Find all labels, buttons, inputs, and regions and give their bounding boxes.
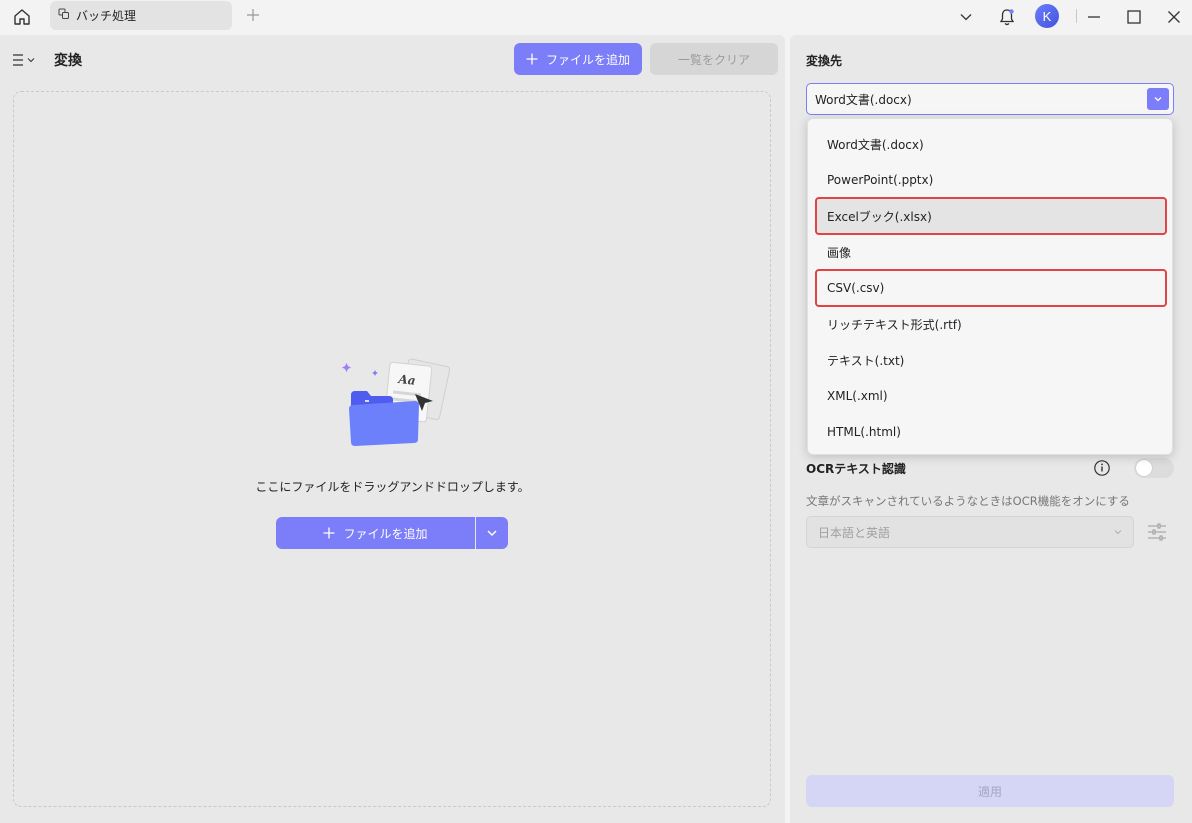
batch-tab-icon bbox=[58, 8, 70, 23]
format-option-powerpoint[interactable]: PowerPoint(.pptx) bbox=[816, 162, 1166, 198]
chevron-down-icon bbox=[487, 530, 497, 537]
close-icon[interactable] bbox=[1160, 4, 1188, 30]
output-format-dropdown: Word文書(.docx) PowerPoint(.pptx) Excelブック… bbox=[807, 118, 1173, 455]
svg-text:Aa: Aa bbox=[397, 372, 416, 388]
format-option-label: Word文書(.docx) bbox=[827, 137, 924, 152]
avatar[interactable]: K bbox=[1035, 4, 1059, 28]
add-file-label: ファイルを追加 bbox=[545, 52, 630, 67]
page-title: 変換 bbox=[54, 53, 82, 69]
apply-label: 適用 bbox=[977, 784, 1002, 799]
drop-instructions: ここにファイルをドラッグアンドドロップします。 bbox=[255, 480, 530, 494]
ocr-toggle[interactable] bbox=[1134, 458, 1174, 478]
format-option-label: HTML(.html) bbox=[827, 425, 901, 439]
plus-icon bbox=[323, 527, 335, 539]
new-tab-icon[interactable] bbox=[243, 5, 263, 25]
titlebar-divider bbox=[1076, 9, 1077, 23]
format-option-label: XML(.xml) bbox=[827, 389, 888, 403]
home-icon[interactable] bbox=[8, 4, 36, 30]
format-option-image[interactable]: 画像 bbox=[816, 234, 1166, 270]
clear-list-label: 一覧をクリア bbox=[677, 52, 750, 67]
chevron-down-icon bbox=[27, 58, 35, 63]
chevron-down-icon[interactable] bbox=[1147, 88, 1169, 110]
format-option-label: Excelブック(.xlsx) bbox=[827, 209, 932, 224]
ocr-language-select[interactable]: 日本語と英語 bbox=[806, 516, 1134, 548]
minimize-icon[interactable] bbox=[1080, 4, 1108, 30]
add-file-button[interactable]: ファイルを追加 bbox=[514, 43, 642, 75]
format-option-csv[interactable]: CSV(.csv) bbox=[815, 269, 1167, 307]
clear-list-button[interactable]: 一覧をクリア bbox=[650, 43, 778, 75]
menu-button[interactable] bbox=[12, 51, 42, 69]
apply-button[interactable]: 適用 bbox=[806, 775, 1174, 807]
avatar-letter: K bbox=[1042, 8, 1052, 24]
format-option-xml[interactable]: XML(.xml) bbox=[816, 378, 1166, 414]
chevron-down-icon bbox=[1114, 530, 1122, 535]
list-menu-icon bbox=[13, 54, 23, 66]
format-option-label: リッチテキスト形式(.rtf) bbox=[827, 317, 962, 332]
drop-add-file-button[interactable]: ファイルを追加 bbox=[276, 517, 475, 549]
format-option-word[interactable]: Word文書(.docx) bbox=[816, 126, 1166, 162]
toggle-knob bbox=[1136, 460, 1152, 476]
tab-batch-processing[interactable]: バッチ処理 bbox=[50, 1, 232, 30]
selected-format-value: Word文書(.docx) bbox=[815, 92, 912, 107]
tab-label: バッチ処理 bbox=[76, 9, 137, 23]
ocr-language-value: 日本語と英語 bbox=[818, 525, 891, 540]
plus-icon bbox=[526, 53, 538, 65]
maximize-icon[interactable] bbox=[1120, 4, 1148, 30]
title-bar: バッチ処理 K bbox=[0, 0, 1192, 34]
add-file-options-button[interactable] bbox=[476, 517, 508, 549]
format-option-label: CSV(.csv) bbox=[827, 281, 885, 295]
format-option-label: テキスト(.txt) bbox=[827, 353, 905, 368]
format-option-label: 画像 bbox=[827, 245, 852, 260]
format-option-txt[interactable]: テキスト(.txt) bbox=[816, 342, 1166, 378]
format-option-rtf[interactable]: リッチテキスト形式(.rtf) bbox=[816, 306, 1166, 342]
folder-documents-illustration: Aa bbox=[342, 358, 451, 446]
ocr-description: 文章がスキャンされているようなときはOCR機能をオンにする bbox=[806, 494, 1130, 508]
format-option-html[interactable]: HTML(.html) bbox=[816, 414, 1166, 450]
output-format-title: 変換先 bbox=[806, 54, 843, 68]
output-format-select[interactable]: Word文書(.docx) bbox=[806, 83, 1174, 115]
convert-panel: 変換 ファイルを追加 一覧をクリア Aa ここにファイルをドラッグアンドドロップ… bbox=[0, 35, 785, 823]
notification-bell-icon[interactable] bbox=[993, 4, 1021, 30]
format-option-excel[interactable]: Excelブック(.xlsx) bbox=[815, 197, 1167, 235]
info-icon[interactable] bbox=[1093, 459, 1111, 477]
format-option-label: PowerPoint(.pptx) bbox=[827, 173, 934, 187]
sliders-settings-icon[interactable] bbox=[1146, 521, 1168, 543]
drop-add-file-label: ファイルを追加 bbox=[343, 526, 428, 541]
chevron-down-icon[interactable] bbox=[952, 4, 980, 30]
ocr-label: OCRテキスト認識 bbox=[806, 462, 906, 476]
